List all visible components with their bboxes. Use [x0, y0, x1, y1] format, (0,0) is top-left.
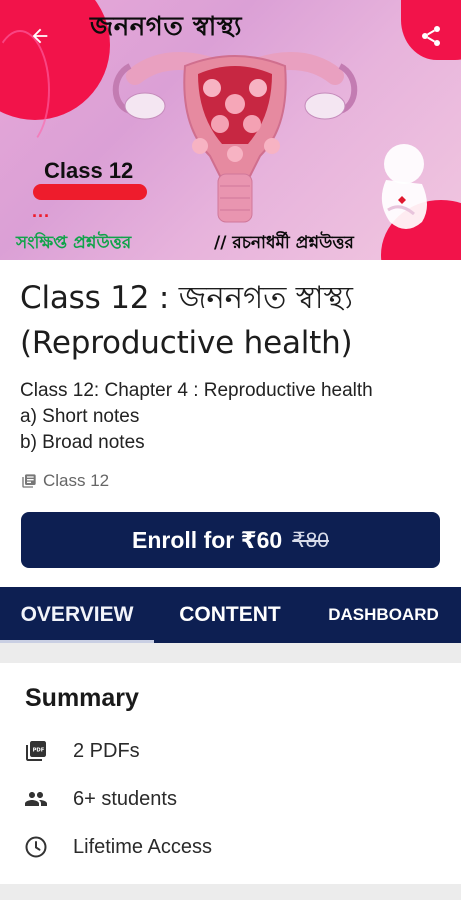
share-icon	[422, 26, 440, 46]
tab-content[interactable]: CONTENT	[154, 587, 306, 643]
summary-item-access: Lifetime Access	[24, 834, 212, 860]
library-books-icon	[22, 474, 36, 488]
banner-broad-qa: // রচনাধর্মী প্রশ্নউত্তর	[214, 233, 354, 253]
description-line: b) Broad notes	[20, 432, 145, 453]
summary-item-pdfs: PDF 2 PDFs	[24, 738, 140, 764]
back-button[interactable]	[22, 18, 58, 54]
tab-dashboard[interactable]: DASHBOARD	[306, 587, 461, 643]
fetus-illustration	[381, 144, 427, 229]
summary-item-text: 6+ students	[73, 787, 177, 810]
course-banner: জননগত স্বাস্থ্য Class 12 ... সংক্ষিপ্ত প…	[0, 0, 461, 260]
pdf-icon: PDF	[26, 741, 46, 761]
summary-title: Summary	[25, 684, 139, 712]
banner-heading: জননগত স্বাস্থ্য	[90, 12, 243, 42]
banner-red-bar	[33, 184, 147, 200]
summary-item-text: Lifetime Access	[73, 835, 212, 858]
course-title: Class 12 : জননগত স্বাস্থ্য (Reproductive…	[20, 280, 353, 361]
description-line: a) Short notes	[20, 406, 140, 427]
svg-text:PDF: PDF	[33, 748, 45, 754]
tab-overview[interactable]: OVERVIEW	[0, 587, 154, 643]
banner-class-label: Class 12	[44, 158, 134, 183]
clock-icon	[25, 836, 47, 858]
description-line: Class 12: Chapter 4 : Reproductive healt…	[20, 380, 373, 401]
course-description: Class 12: Chapter 4 : Reproductive healt…	[20, 378, 373, 456]
share-button[interactable]	[413, 18, 449, 54]
banner-short-qa: সংক্ষিপ্ত প্রশ্নউত্তর	[16, 233, 132, 253]
arrow-left-icon	[32, 28, 48, 44]
enroll-label: Enroll for ₹60	[132, 526, 283, 553]
section-divider	[0, 643, 461, 663]
summary-item-text: 2 PDFs	[73, 739, 140, 762]
people-icon	[25, 792, 47, 806]
summary-item-students: 6+ students	[24, 786, 177, 812]
enroll-button[interactable]: Enroll for ₹60 ₹80	[21, 512, 440, 568]
banner-dots: ...	[32, 201, 51, 221]
section-divider	[0, 884, 461, 900]
class-tag-label: Class 12	[43, 471, 110, 490]
class-tag: Class 12	[21, 471, 109, 491]
original-price: ₹80	[292, 528, 329, 552]
tab-bar: OVERVIEW CONTENT DASHBOARD	[0, 587, 461, 643]
